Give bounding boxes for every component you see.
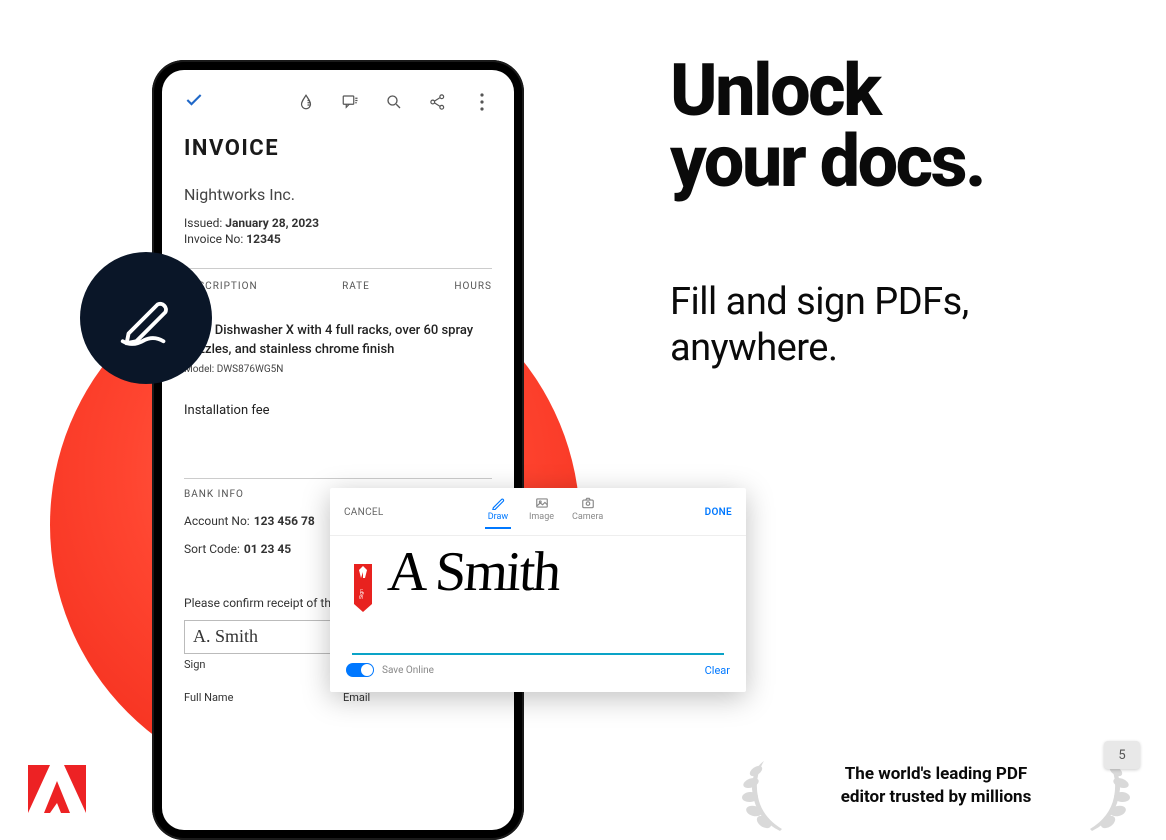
account-label: Account No: <box>184 514 250 528</box>
adobe-sign-flag-icon: Sign <box>354 564 372 612</box>
checkmark-icon[interactable] <box>184 90 204 114</box>
svg-text:Sign: Sign <box>359 589 365 599</box>
sign-pen-fab[interactable] <box>80 252 212 384</box>
fullname-label: Full Name <box>184 691 333 704</box>
item-description: TS-1 Dishwasher X with 4 full racks, ove… <box>184 322 492 360</box>
search-icon[interactable] <box>384 92 404 112</box>
issued-label: Issued: <box>184 216 222 230</box>
laurel-left-icon <box>740 759 794 833</box>
laurel-text: The world's leading PDF editor trusted b… <box>746 763 1126 809</box>
headline-line2: your docs. <box>670 127 984 198</box>
laurel-line2: editor trusted by millions <box>746 786 1126 809</box>
divider <box>184 268 492 269</box>
save-online-label: Save Online <box>382 665 434 676</box>
page-number-badge: 5 <box>1104 741 1140 769</box>
phone-mockup: INVOICE Nightworks Inc. Issued: January … <box>152 60 524 840</box>
marketing-subhead: Fill and sign PDFs, anywhere. <box>670 280 969 371</box>
more-icon[interactable] <box>472 92 492 112</box>
signature-popup: CANCEL Draw Image Camera DONE Sign A Smi… <box>330 488 746 692</box>
tab-draw[interactable]: Draw <box>485 496 511 529</box>
adobe-logo-icon <box>28 765 86 813</box>
award-laurels: The world's leading PDF editor trusted b… <box>746 763 1126 809</box>
signature-value: A Smith <box>386 540 562 604</box>
invoice-num-value: 12345 <box>246 232 280 246</box>
done-button[interactable]: DONE <box>705 507 732 518</box>
issued-date: January 28, 2023 <box>225 216 319 230</box>
share-icon[interactable] <box>428 92 448 112</box>
issued-row: Issued: January 28, 2023 <box>184 216 492 230</box>
col-hours: HOURS <box>454 281 492 292</box>
clear-button[interactable]: Clear <box>705 664 730 677</box>
column-headers: DESCRIPTION RATE HOURS <box>184 281 492 292</box>
invoice-num-row: Invoice No: 12345 <box>184 232 492 246</box>
tab-camera-label: Camera <box>572 512 603 522</box>
sort-value: 01 23 45 <box>244 542 291 556</box>
subhead-line2: anywhere. <box>670 326 969 372</box>
comment-icon[interactable] <box>340 92 360 112</box>
tab-camera[interactable]: Camera <box>572 496 603 529</box>
invoice-num-label: Invoice No: <box>184 232 243 246</box>
account-value: 123 456 78 <box>254 514 315 528</box>
item-model: Model: DWS876WG5N <box>184 364 492 375</box>
sort-label: Sort Code: <box>184 542 240 556</box>
document-title: INVOICE <box>184 136 492 161</box>
headline-line1: Unlock <box>670 56 984 127</box>
install-fee: Installation fee <box>184 403 492 418</box>
ink-icon[interactable] <box>296 92 316 112</box>
signature-canvas[interactable]: Sign A Smith <box>330 535 746 655</box>
subhead-line1: Fill and sign PDFs, <box>670 280 969 326</box>
tab-image-label: Image <box>529 512 554 522</box>
laurel-right-icon <box>1078 759 1132 833</box>
email-label: Email <box>343 691 492 704</box>
signature-baseline <box>352 653 724 655</box>
save-online-toggle[interactable] <box>346 663 374 677</box>
app-toolbar <box>184 84 492 136</box>
company-name: Nightworks Inc. <box>184 185 492 204</box>
marketing-headline: Unlock your docs. <box>670 56 984 197</box>
cancel-button[interactable]: CANCEL <box>344 507 384 518</box>
col-rate: RATE <box>342 281 370 292</box>
laurel-line1: The world's leading PDF <box>746 763 1126 786</box>
tab-draw-label: Draw <box>488 512 508 522</box>
tab-image[interactable]: Image <box>529 496 554 529</box>
